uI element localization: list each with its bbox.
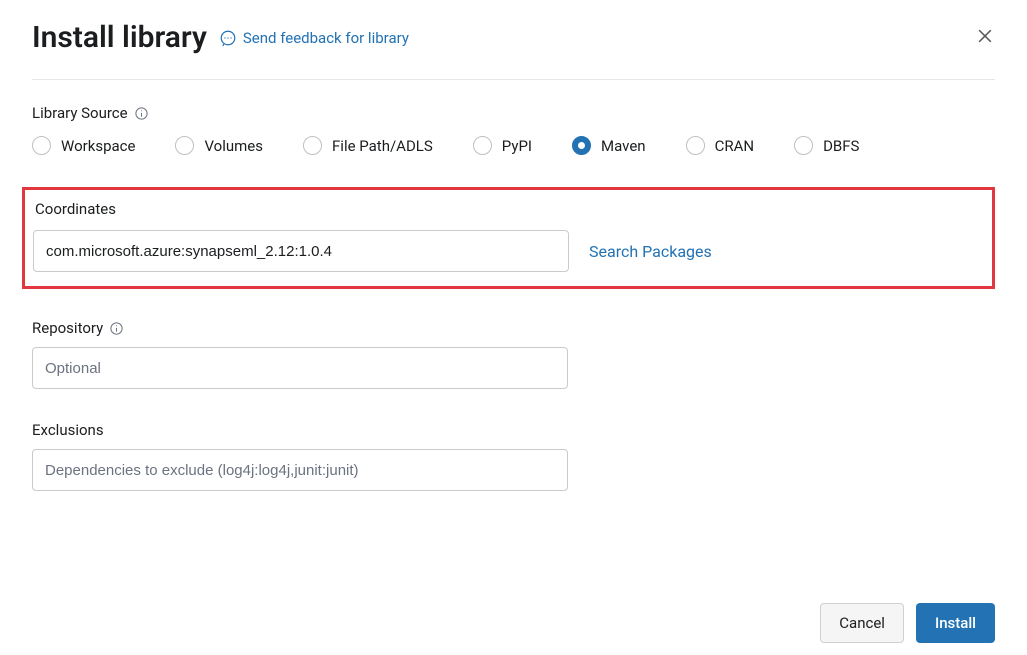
coordinates-label: Coordinates	[35, 200, 984, 218]
dialog-footer: Cancel Install	[820, 603, 995, 643]
radio-pypi[interactable]: PyPI	[473, 136, 532, 155]
repository-input[interactable]	[32, 347, 568, 389]
coordinates-input[interactable]	[33, 230, 569, 272]
dialog-title: Install library	[32, 20, 207, 55]
radio-icon	[794, 136, 813, 155]
install-button[interactable]: Install	[916, 603, 995, 643]
radio-icon	[175, 136, 194, 155]
exclusions-label: Exclusions	[32, 421, 995, 439]
radio-icon	[473, 136, 492, 155]
radio-icon	[686, 136, 705, 155]
info-icon[interactable]	[109, 321, 124, 336]
search-packages-link[interactable]: Search Packages	[589, 242, 712, 261]
cancel-button[interactable]: Cancel	[820, 603, 904, 643]
radio-workspace[interactable]: Workspace	[32, 136, 135, 155]
library-source-label: Library Source	[32, 104, 995, 122]
radio-dbfs[interactable]: DBFS	[794, 136, 859, 155]
radio-icon	[303, 136, 322, 155]
feedback-icon	[219, 29, 237, 47]
close-icon	[975, 26, 995, 46]
dialog-header: Install library Send feedback for librar…	[32, 20, 995, 80]
radio-icon	[32, 136, 51, 155]
radio-cran[interactable]: CRAN	[686, 136, 755, 155]
exclusions-section: Exclusions	[32, 421, 995, 491]
repository-section: Repository	[32, 319, 995, 389]
send-feedback-link[interactable]: Send feedback for library	[219, 29, 409, 47]
feedback-label: Send feedback for library	[243, 29, 409, 47]
library-source-radio-group: Workspace Volumes File Path/ADLS PyPI Ma…	[32, 136, 995, 155]
radio-icon-selected	[572, 136, 591, 155]
radio-maven[interactable]: Maven	[572, 136, 646, 155]
info-icon[interactable]	[134, 106, 149, 121]
library-source-section: Library Source Workspace Volumes File Pa…	[32, 104, 995, 155]
repository-label: Repository	[32, 319, 995, 337]
coordinates-highlight: Coordinates Search Packages	[22, 187, 995, 289]
exclusions-input[interactable]	[32, 449, 568, 491]
close-button[interactable]	[975, 26, 995, 50]
radio-file-path-adls[interactable]: File Path/ADLS	[303, 136, 433, 155]
radio-volumes[interactable]: Volumes	[175, 136, 263, 155]
